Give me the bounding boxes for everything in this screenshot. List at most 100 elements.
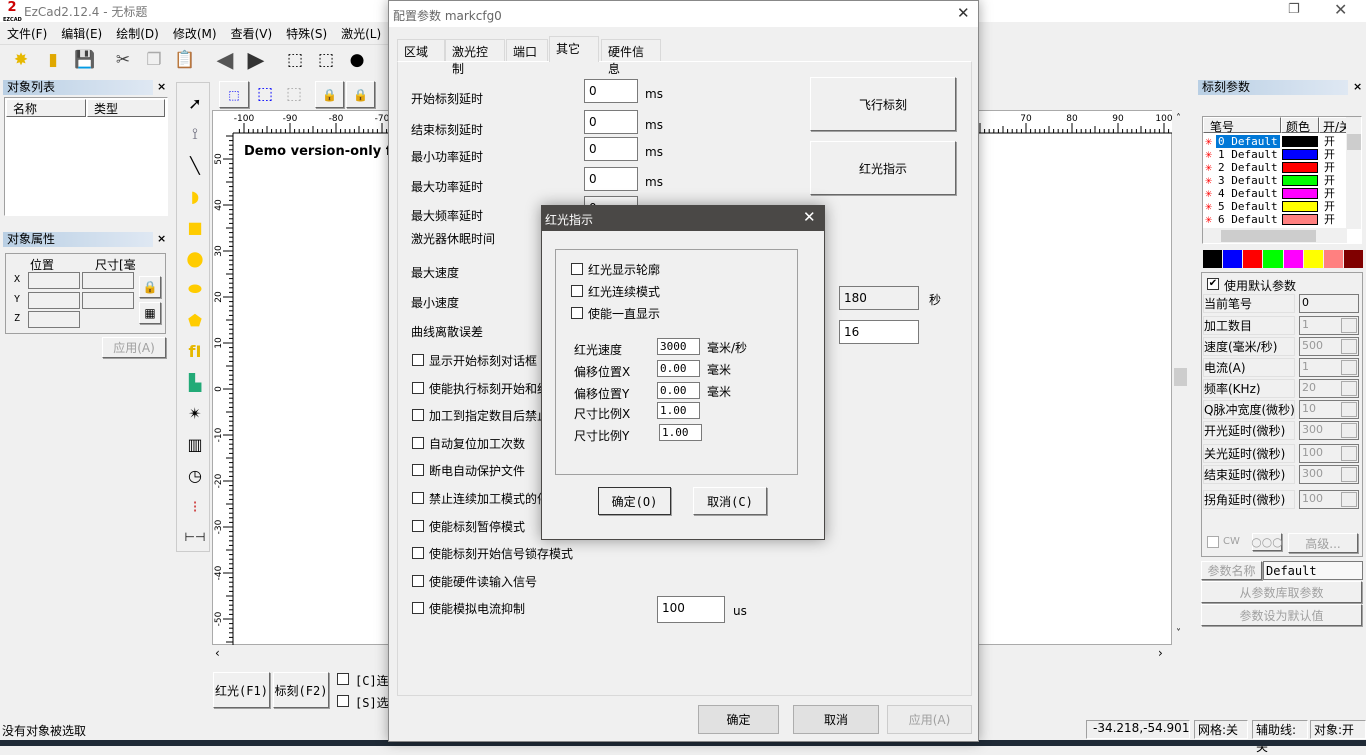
column-type[interactable]: 类型 [87, 99, 165, 117]
delay-input[interactable]: 0 [584, 110, 638, 134]
param-spin-button[interactable] [1341, 360, 1357, 375]
select-mode-button[interactable]: ⬚ [219, 81, 249, 108]
option-checkbox[interactable] [412, 381, 424, 394]
red-light-checkbox[interactable] [571, 307, 583, 319]
select-tool-icon[interactable]: ➚ [182, 90, 208, 116]
pen-col-color[interactable]: 颜色 [1281, 117, 1319, 134]
menu-item[interactable]: 编辑(E) [61, 27, 102, 41]
palette-color[interactable] [1343, 250, 1363, 268]
red-light-field-input[interactable]: 1.00 [657, 402, 700, 419]
option-checkbox[interactable] [412, 492, 424, 504]
copy-icon[interactable]: ❐ [141, 47, 167, 73]
pos-z-input[interactable] [28, 311, 80, 328]
save-icon[interactable]: 💾 [72, 47, 98, 73]
pen-row[interactable]: ✳ 2 Default 开 [1203, 161, 1346, 175]
tab-2[interactable]: 端口 [506, 39, 548, 61]
param-input[interactable]: 0 [1299, 294, 1359, 313]
param-spin-button[interactable] [1341, 492, 1357, 507]
red-light-cancel-button[interactable]: 取消(C) [693, 487, 767, 515]
pen-row[interactable]: ✳ 0 Default 开 [1203, 135, 1346, 148]
pen-row[interactable]: ✳ 3 Default 开 [1203, 174, 1346, 188]
param-spin-button[interactable] [1341, 339, 1357, 354]
pen-col-number[interactable]: 笔号 [1203, 117, 1281, 134]
node-edit-icon[interactable]: ⟟ [182, 121, 208, 147]
fly-mark-button[interactable]: 飞行标刻 [810, 77, 956, 131]
wobble-button[interactable]: ○○○ [1251, 533, 1283, 551]
forward-icon[interactable]: ▶ [243, 47, 269, 73]
param-spin-button[interactable] [1341, 423, 1357, 438]
palette-color[interactable] [1303, 250, 1323, 268]
column-name[interactable]: 名称 [6, 99, 86, 117]
pen-col-state[interactable]: 开/关 [1319, 117, 1349, 133]
config-close-icon[interactable]: ✕ [957, 4, 970, 22]
curve-error-input[interactable]: 16 [839, 320, 919, 344]
paste-icon[interactable]: 📋 [172, 47, 198, 73]
continuous-checkbox[interactable] [337, 673, 349, 685]
sleep-time-input[interactable]: 180 [839, 286, 919, 310]
menu-item[interactable]: 绘制(D) [116, 27, 159, 41]
red-light-field-input[interactable]: 1.00 [659, 424, 702, 441]
option-checkbox[interactable] [412, 602, 424, 615]
polygon-tool-icon[interactable]: ⬟ [182, 307, 208, 333]
pen-row[interactable]: ✳ 6 Default 开 [1203, 213, 1346, 227]
vector-import-icon[interactable]: ✴ [182, 400, 208, 426]
object-list[interactable]: 名称 类型 [4, 97, 168, 216]
tab-4[interactable]: 硬件信息 [601, 39, 661, 76]
extend-axis-icon[interactable]: ⊢⊣ [182, 524, 208, 550]
menu-item[interactable]: 文件(F) [7, 27, 47, 41]
delay-input[interactable]: 0 [584, 137, 638, 161]
param-input[interactable]: 10 [1299, 400, 1359, 419]
object-list-close-icon[interactable]: × [157, 80, 166, 93]
param-spin-button[interactable] [1341, 381, 1357, 396]
pos-y-input[interactable] [28, 292, 80, 309]
anchor-grid-button[interactable]: ▦ [139, 302, 161, 324]
scroll-thumb[interactable] [1174, 368, 1187, 386]
palette-color[interactable] [1203, 250, 1223, 268]
rectangle-tool-icon[interactable]: ■ [182, 214, 208, 240]
cut-icon[interactable]: ✂ [110, 47, 136, 73]
param-name-input[interactable]: Default [1263, 561, 1363, 580]
from-library-button[interactable]: 从参数库取参数 [1201, 581, 1362, 603]
restore-button[interactable]: ❐ [1288, 2, 1300, 17]
menu-item[interactable]: 激光(L) [341, 27, 381, 41]
palette-color[interactable] [1223, 250, 1243, 268]
select-group-icon[interactable]: ⬚ [313, 47, 339, 73]
status-grid[interactable]: 网格:关 [1194, 720, 1248, 739]
bitmap-tool-icon[interactable]: ▙ [182, 369, 208, 395]
option-checkbox[interactable] [412, 436, 424, 449]
option-checkbox[interactable] [412, 574, 424, 587]
menu-item[interactable]: 特殊(S) [286, 27, 327, 41]
scroll-right-icon[interactable]: › [1158, 646, 1163, 660]
delay-input[interactable]: 0 [584, 167, 638, 191]
vertical-scrollbar[interactable]: ˄ ˅ [1172, 110, 1189, 645]
pen-list-hscroll[interactable] [1203, 228, 1347, 243]
red-light-field-input[interactable]: 0.00 [657, 382, 700, 399]
param-spin-button[interactable] [1341, 467, 1357, 482]
pen-list[interactable]: 笔号 颜色 开/关 ✳ 0 Default 开 ✳ 1 Default 开 ✳ 2 Defau… [1202, 116, 1362, 244]
tab-3[interactable]: 其它 [549, 36, 599, 62]
apply-props-button[interactable]: 应用(A) [102, 337, 166, 358]
param-input[interactable]: 100 [1299, 490, 1359, 509]
param-spin-button[interactable] [1341, 318, 1357, 333]
tab-0[interactable]: 区域 [397, 39, 445, 61]
pos-x-input[interactable] [28, 272, 80, 289]
config-apply-button[interactable]: 应用(A) [887, 705, 972, 734]
ellipse-tool-icon[interactable]: ⬬ [182, 276, 208, 302]
red-light-checkbox[interactable] [571, 285, 583, 297]
selected-checkbox[interactable] [337, 695, 349, 707]
palette-color[interactable] [1283, 250, 1303, 268]
option-checkbox[interactable] [412, 464, 424, 477]
option-checkbox[interactable] [412, 409, 424, 422]
new-file-icon[interactable]: ✸ [8, 47, 34, 73]
pen-row[interactable]: ✳ 5 Default 开 [1203, 200, 1346, 214]
mark-f2-button[interactable]: 标刻(F2) [273, 672, 329, 708]
text-tool-icon[interactable]: fI [182, 338, 208, 364]
pen-list-vscroll[interactable] [1346, 117, 1361, 229]
use-default-checkbox[interactable]: ✔ [1207, 278, 1219, 290]
red-light-checkbox[interactable] [571, 263, 583, 275]
param-name-button[interactable]: 参数名称 [1201, 561, 1262, 580]
red-light-close-icon[interactable]: ✕ [803, 208, 816, 226]
lock-button[interactable]: 🔒 [315, 81, 344, 108]
param-input[interactable]: 100 [1299, 444, 1359, 463]
pen-row[interactable]: ✳ 4 Default 开 [1203, 187, 1346, 201]
